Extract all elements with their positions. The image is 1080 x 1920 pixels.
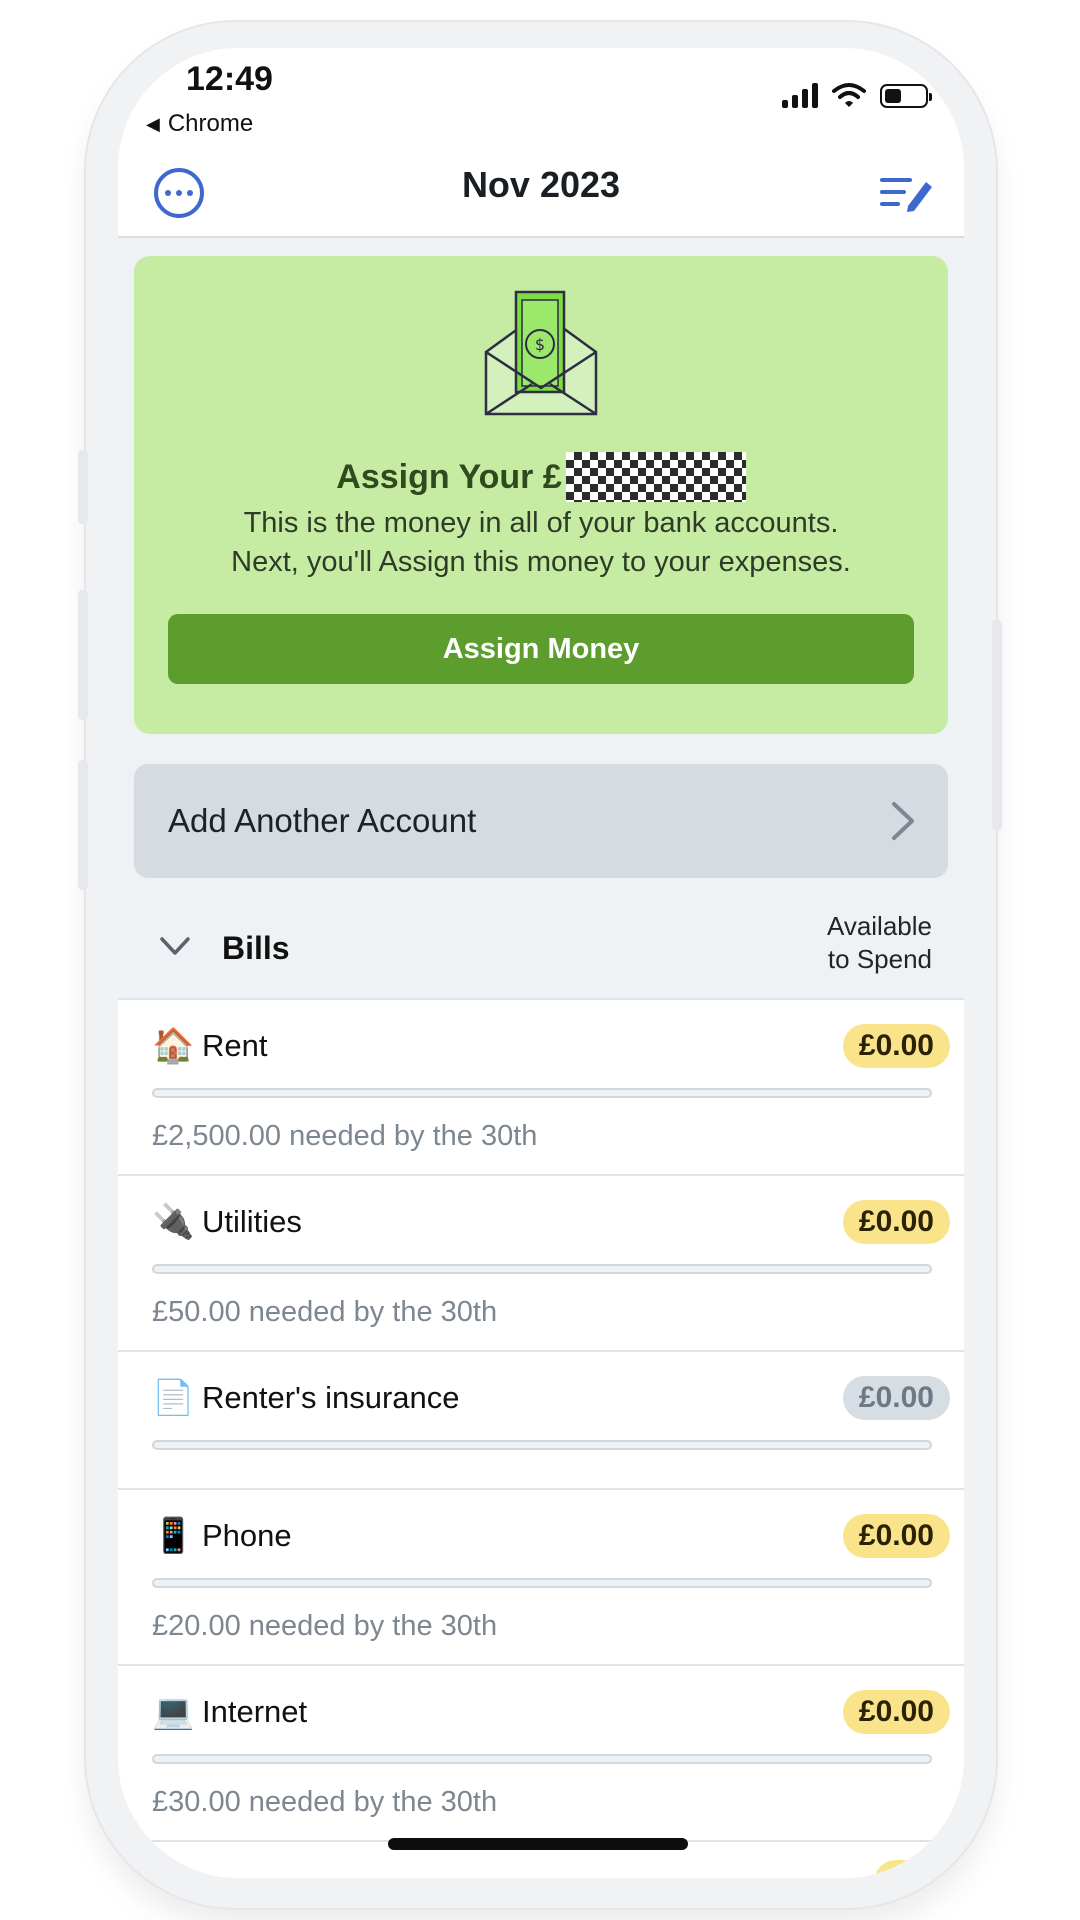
- group-title: Bills: [222, 930, 290, 966]
- assign-money-card: $ Assign Your £ This is the money in all…: [134, 256, 948, 734]
- page-title: Nov 2023: [461, 164, 621, 205]
- chevron-down-icon[interactable]: [158, 934, 192, 958]
- needed-amount: £20.00 needed by the 30th: [152, 1610, 498, 1642]
- phone-side-button: [78, 760, 88, 890]
- bill-row-internet[interactable]: 💻 Internet £0.00 £30.00 needed by the 30…: [118, 1664, 964, 1840]
- app-screen: 12:49 ◀ Chrome Nov 2023 $ Assign Your £ …: [118, 48, 964, 1878]
- bill-row-renters-insurance[interactable]: 📄 Renter's insurance £0.00: [118, 1350, 964, 1488]
- available-amount-badge[interactable]: £0.00: [842, 1690, 950, 1734]
- needed-amount: £2,500.00 needed by the 30th: [152, 1120, 538, 1152]
- money-envelope-icon: $: [484, 290, 598, 416]
- assign-description-line: This is the money in all of your bank ac…: [243, 507, 839, 539]
- assign-description-line: Next, you'll Assign this money to your e…: [231, 546, 851, 578]
- available-amount-badge[interactable]: £0.00: [842, 1024, 950, 1068]
- available-amount-badge[interactable]: £0.00: [842, 1376, 950, 1420]
- bills-group-header[interactable]: Bills Available to Spend: [118, 900, 964, 1000]
- redacted-amount: [565, 452, 746, 502]
- edit-list-icon[interactable]: [880, 172, 934, 214]
- assign-description: This is the money in all of your bank ac…: [154, 504, 928, 582]
- laptop-icon: 💻: [152, 1693, 195, 1731]
- house-icon: 🏠: [152, 1027, 195, 1065]
- phone-icon: 📱: [152, 1517, 195, 1555]
- svg-text:$: $: [535, 335, 545, 354]
- document-icon: 📄: [152, 1379, 195, 1417]
- bill-row-phone[interactable]: 📱 Phone £0.00 £20.00 needed by the 30th: [118, 1488, 964, 1664]
- bill-name: 🔌 Utilities: [152, 1202, 302, 1242]
- funding-progress-bar: [152, 1088, 932, 1098]
- needed-amount: £50.00 needed by the 30th: [152, 1296, 498, 1328]
- home-indicator[interactable]: [388, 1838, 688, 1850]
- bill-row-utilities[interactable]: 🔌 Utilities £0.00 £50.00 needed by the 3…: [118, 1174, 964, 1350]
- status-time: 12:49: [186, 60, 273, 98]
- bills-list: 🏠 Rent £0.00 £2,500.00 needed by the 30t…: [118, 998, 964, 1878]
- back-triangle-icon: ◀: [146, 113, 160, 134]
- available-to-spend-label: Available to Spend: [827, 910, 932, 976]
- add-another-account-button[interactable]: Add Another Account: [134, 764, 948, 878]
- phone-side-button: [78, 590, 88, 720]
- plug-icon: 🔌: [152, 1203, 195, 1241]
- needed-amount: £30.00 needed by the 30th: [152, 1786, 498, 1818]
- bill-row-rent[interactable]: 🏠 Rent £0.00 £2,500.00 needed by the 30t…: [118, 998, 964, 1174]
- column-label-line: Available: [826, 911, 932, 941]
- phone-side-button: [78, 450, 88, 524]
- bill-name-text: Internet: [202, 1694, 308, 1729]
- chevron-right-icon: [892, 802, 914, 840]
- assign-title-text: Assign Your £: [336, 457, 562, 496]
- wifi-icon: [832, 83, 866, 107]
- column-label-line: to Spend: [827, 944, 932, 974]
- bill-name: 🏠 Rent: [152, 1026, 267, 1066]
- bill-name: 📱 Phone: [152, 1516, 292, 1556]
- status-indicators: [782, 82, 932, 108]
- bill-name-text: Phone: [202, 1518, 292, 1553]
- cellular-signal-icon: [782, 82, 818, 108]
- funding-progress-bar: [152, 1754, 932, 1764]
- bill-name-text: Utilities: [202, 1204, 302, 1239]
- bill-name-text: Renter's insurance: [202, 1380, 460, 1415]
- bill-name-text: Rent: [202, 1028, 268, 1063]
- funding-progress-bar: [152, 1440, 932, 1450]
- bill-name: 📄 Renter's insurance: [152, 1378, 460, 1418]
- available-amount-badge[interactable]: £0.00: [842, 1200, 950, 1244]
- available-amount-badge-partial: [874, 1860, 950, 1878]
- add-account-label: Add Another Account: [168, 802, 477, 839]
- funding-progress-bar: [152, 1264, 932, 1274]
- bill-name: 💻 Internet: [152, 1692, 307, 1732]
- back-to-app-link[interactable]: ◀ Chrome: [146, 110, 253, 138]
- available-amount-badge[interactable]: £0.00: [842, 1514, 950, 1558]
- battery-icon: [880, 84, 932, 108]
- back-app-label: Chrome: [167, 110, 254, 137]
- assign-money-button[interactable]: Assign Money: [168, 614, 914, 684]
- top-bar: 12:49 ◀ Chrome Nov 2023: [118, 48, 964, 238]
- phone-side-button: [992, 620, 1002, 830]
- assign-title: Assign Your £: [134, 452, 948, 502]
- funding-progress-bar: [152, 1578, 932, 1588]
